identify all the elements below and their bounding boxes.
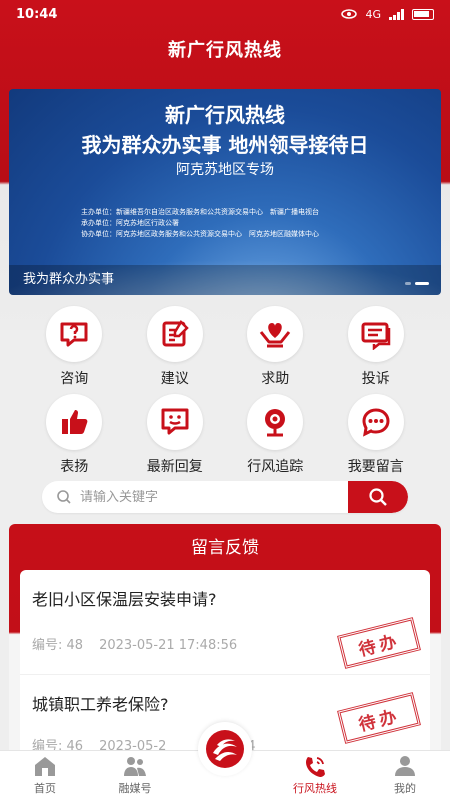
feedback-item[interactable]: 老旧小区保温层安装申请? 编号: 48 2023-05-21 17:48:56 待… <box>20 570 430 686</box>
home-icon <box>35 757 55 776</box>
banner-line-3: 阿克苏地区专场 <box>176 162 274 178</box>
status-bar: 10:44 4G <box>0 0 450 28</box>
battery-icon <box>412 8 434 20</box>
logo-icon <box>206 730 244 768</box>
consult-icon <box>60 322 88 347</box>
nav-label-profile: 我的 <box>394 782 416 795</box>
media-icon <box>124 757 146 776</box>
grid-item-leave-message[interactable]: 我要留言 <box>326 394 427 475</box>
search-input[interactable] <box>72 489 348 505</box>
status-stamp: 待办 <box>337 692 421 744</box>
grid-item-complaint[interactable]: 投诉 <box>326 306 427 387</box>
grid-label-tracking: 行风追踪 <box>247 459 304 475</box>
feedback-item-id: 编号: 48 <box>32 638 84 653</box>
signal-icon <box>389 8 404 20</box>
help-icon <box>260 323 291 348</box>
eye-icon <box>341 9 358 19</box>
status-stamp: 待办 <box>337 617 421 669</box>
nav-label-media: 融媒号 <box>118 782 152 795</box>
feedback-title: 留言反馈 <box>191 538 259 558</box>
banner-org-1: 主办单位：新疆维吾尔自治区政务服务和公共资源交易中心 新疆广播电视台 <box>81 208 319 216</box>
carousel-indicator <box>405 282 429 285</box>
banner-org-3: 协办单位：阿克苏地区政务服务和公共资源交易中心 阿克苏地区融媒体中心 <box>81 230 319 238</box>
nav-profile[interactable]: 我的 <box>360 751 450 800</box>
grid-item-tracking[interactable]: 行风追踪 <box>225 394 326 475</box>
nav-hotline[interactable]: 行风热线 <box>270 751 360 800</box>
tracking-icon <box>265 409 286 437</box>
grid-label-complaint: 投诉 <box>361 371 390 387</box>
grid-item-consult[interactable]: 咨询 <box>24 306 125 387</box>
banner-line-2: 我为群众办实事 地州领导接待日 <box>81 133 369 157</box>
feedback-item-title: 老旧小区保温层安装申请? <box>32 590 217 609</box>
banner-org-2: 承办单位：阿克苏地区行政公署 <box>81 219 179 227</box>
hotline-phone-icon <box>306 757 325 777</box>
status-icons: 4G <box>341 8 434 21</box>
grid-item-suggestion[interactable]: 建议 <box>125 306 226 387</box>
feedback-item-time: 2023-05-21 17:48:56 <box>99 638 238 653</box>
banner-organizers: 主办单位：新疆维吾尔自治区政务服务和公共资源交易中心 新疆广播电视台 承办单位：… <box>81 207 319 240</box>
banner-carousel[interactable]: 新广行风热线 我为群众办实事 地州领导接待日 阿克苏地区专场 主办单位：新疆维吾… <box>9 89 441 295</box>
leave-message-icon <box>362 408 390 437</box>
banner-caption: 我为群众办实事 <box>9 265 441 295</box>
grid-item-latest-reply[interactable]: 最新回复 <box>125 394 226 475</box>
search-icon <box>57 490 71 504</box>
praise-icon <box>62 410 88 434</box>
nav-media[interactable]: 融媒号 <box>90 751 180 800</box>
search-bar <box>42 481 408 513</box>
function-grid: 咨询 建议 求助 投诉 表扬 最新回复 行风追踪 我要留言 <box>24 306 427 475</box>
grid-label-latest-reply: 最新回复 <box>146 459 203 475</box>
feedback-item-title: 城镇职工养老保险? <box>32 695 169 714</box>
grid-item-praise[interactable]: 表扬 <box>24 394 125 475</box>
search-button-icon <box>369 488 387 506</box>
nav-label-home: 首页 <box>34 782 56 795</box>
center-logo-button[interactable] <box>198 722 252 776</box>
grid-label-consult: 咨询 <box>60 371 89 387</box>
page-title: 新广行风热线 <box>168 40 282 61</box>
grid-label-suggestion: 建议 <box>160 371 189 387</box>
status-time: 10:44 <box>16 6 58 22</box>
suggestion-icon <box>162 319 189 347</box>
grid-label-praise: 表扬 <box>60 459 89 475</box>
network-label: 4G <box>365 7 381 21</box>
grid-label-leave-message: 我要留言 <box>347 459 404 475</box>
profile-icon <box>395 756 415 776</box>
banner-line-1: 新广行风热线 <box>165 103 285 127</box>
nav-home[interactable]: 首页 <box>0 751 90 800</box>
search-button[interactable] <box>348 481 408 513</box>
nav-label-hotline: 行风热线 <box>293 782 337 795</box>
complaint-icon <box>361 322 390 350</box>
latest-reply-icon <box>161 408 189 435</box>
grid-label-help: 求助 <box>261 371 290 387</box>
grid-item-help[interactable]: 求助 <box>225 306 326 387</box>
feedback-item-meta: 编号: 48 2023-05-21 17:48:56 <box>32 634 253 653</box>
